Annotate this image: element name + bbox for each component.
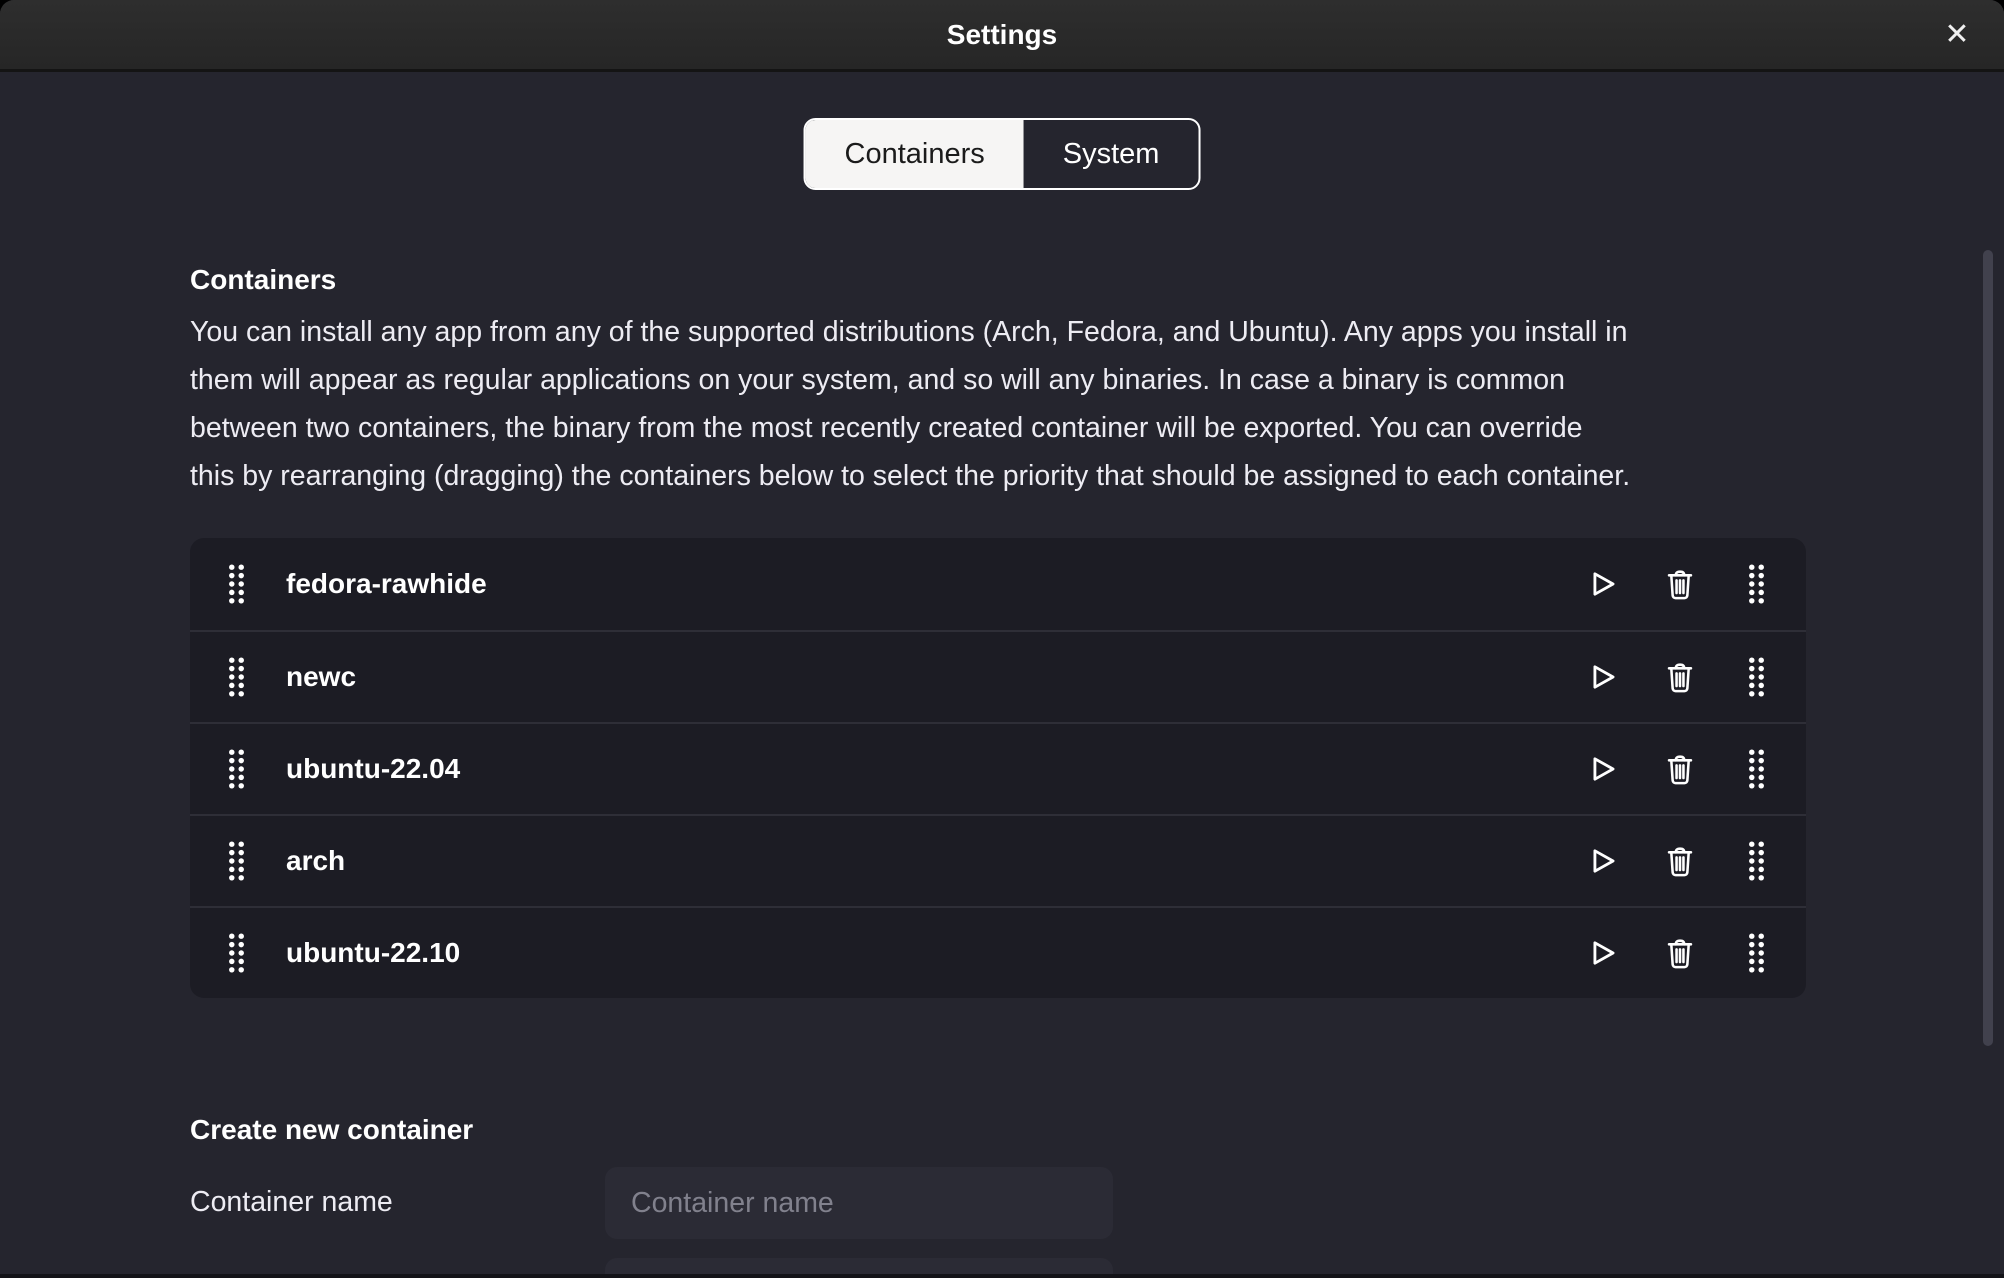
delete-button[interactable]	[1662, 657, 1698, 697]
container-row: arch	[190, 814, 1806, 906]
container-name-input[interactable]	[605, 1167, 1113, 1239]
trash-icon	[1662, 565, 1698, 603]
play-icon	[1585, 844, 1619, 878]
close-button[interactable]: ✕	[1932, 10, 1982, 60]
drag-handle-icon[interactable]	[1746, 747, 1766, 791]
run-button[interactable]	[1584, 657, 1620, 697]
container-name: arch	[286, 845, 345, 877]
play-icon	[1585, 660, 1619, 694]
view-switcher: Containers System	[804, 118, 1201, 190]
container-name: newc	[286, 661, 356, 693]
container-row: ubuntu-22.04	[190, 722, 1806, 814]
container-row: ubuntu-22.10	[190, 906, 1806, 998]
drag-handle-icon[interactable]	[1746, 931, 1766, 975]
drag-handle-icon[interactable]	[226, 747, 246, 791]
tab-system[interactable]: System	[1024, 120, 1199, 188]
container-row: fedora-rawhide	[190, 538, 1806, 630]
container-row: newc	[190, 630, 1806, 722]
play-icon	[1585, 752, 1619, 786]
window-bottom-edge	[0, 1274, 2004, 1278]
trash-icon	[1662, 842, 1698, 880]
window-title: Settings	[0, 0, 2004, 69]
run-button[interactable]	[1584, 841, 1620, 881]
drag-handle-icon[interactable]	[226, 655, 246, 699]
delete-button[interactable]	[1662, 841, 1698, 881]
play-icon	[1585, 567, 1619, 601]
drag-handle-icon[interactable]	[1746, 655, 1766, 699]
trash-icon	[1662, 750, 1698, 788]
play-icon	[1585, 936, 1619, 970]
scrollbar-thumb[interactable]	[1983, 250, 1993, 1046]
tab-containers[interactable]: Containers	[806, 120, 1024, 188]
run-button[interactable]	[1584, 933, 1620, 973]
drag-handle-icon[interactable]	[1746, 562, 1766, 606]
delete-button[interactable]	[1662, 749, 1698, 789]
container-name-label: Container name	[190, 1186, 393, 1219]
containers-description: You can install any app from any of the …	[190, 308, 1870, 500]
drag-handle-icon[interactable]	[1746, 839, 1766, 883]
drag-handle-icon[interactable]	[226, 839, 246, 883]
run-button[interactable]	[1584, 749, 1620, 789]
description-line: between two containers, the binary from …	[190, 404, 1870, 452]
run-button[interactable]	[1584, 564, 1620, 604]
titlebar: Settings ✕	[0, 0, 2004, 72]
description-line: this by rearranging (dragging) the conta…	[190, 452, 1870, 500]
description-line: them will appear as regular applications…	[190, 356, 1870, 404]
container-name: ubuntu-22.10	[286, 937, 460, 969]
delete-button[interactable]	[1662, 933, 1698, 973]
trash-icon	[1662, 934, 1698, 972]
create-section-heading: Create new container	[190, 1112, 473, 1148]
drag-handle-icon[interactable]	[226, 562, 246, 606]
drag-handle-icon[interactable]	[226, 931, 246, 975]
container-name: ubuntu-22.04	[286, 753, 460, 785]
container-name: fedora-rawhide	[286, 568, 487, 600]
description-line: You can install any app from any of the …	[190, 308, 1870, 356]
settings-window: Settings ✕ Containers System Containers …	[0, 0, 2004, 1278]
delete-button[interactable]	[1662, 564, 1698, 604]
trash-icon	[1662, 658, 1698, 696]
close-icon: ✕	[1944, 18, 1969, 51]
containers-section-heading: Containers	[190, 262, 336, 298]
container-list: fedora-rawhide newc	[190, 538, 1806, 998]
